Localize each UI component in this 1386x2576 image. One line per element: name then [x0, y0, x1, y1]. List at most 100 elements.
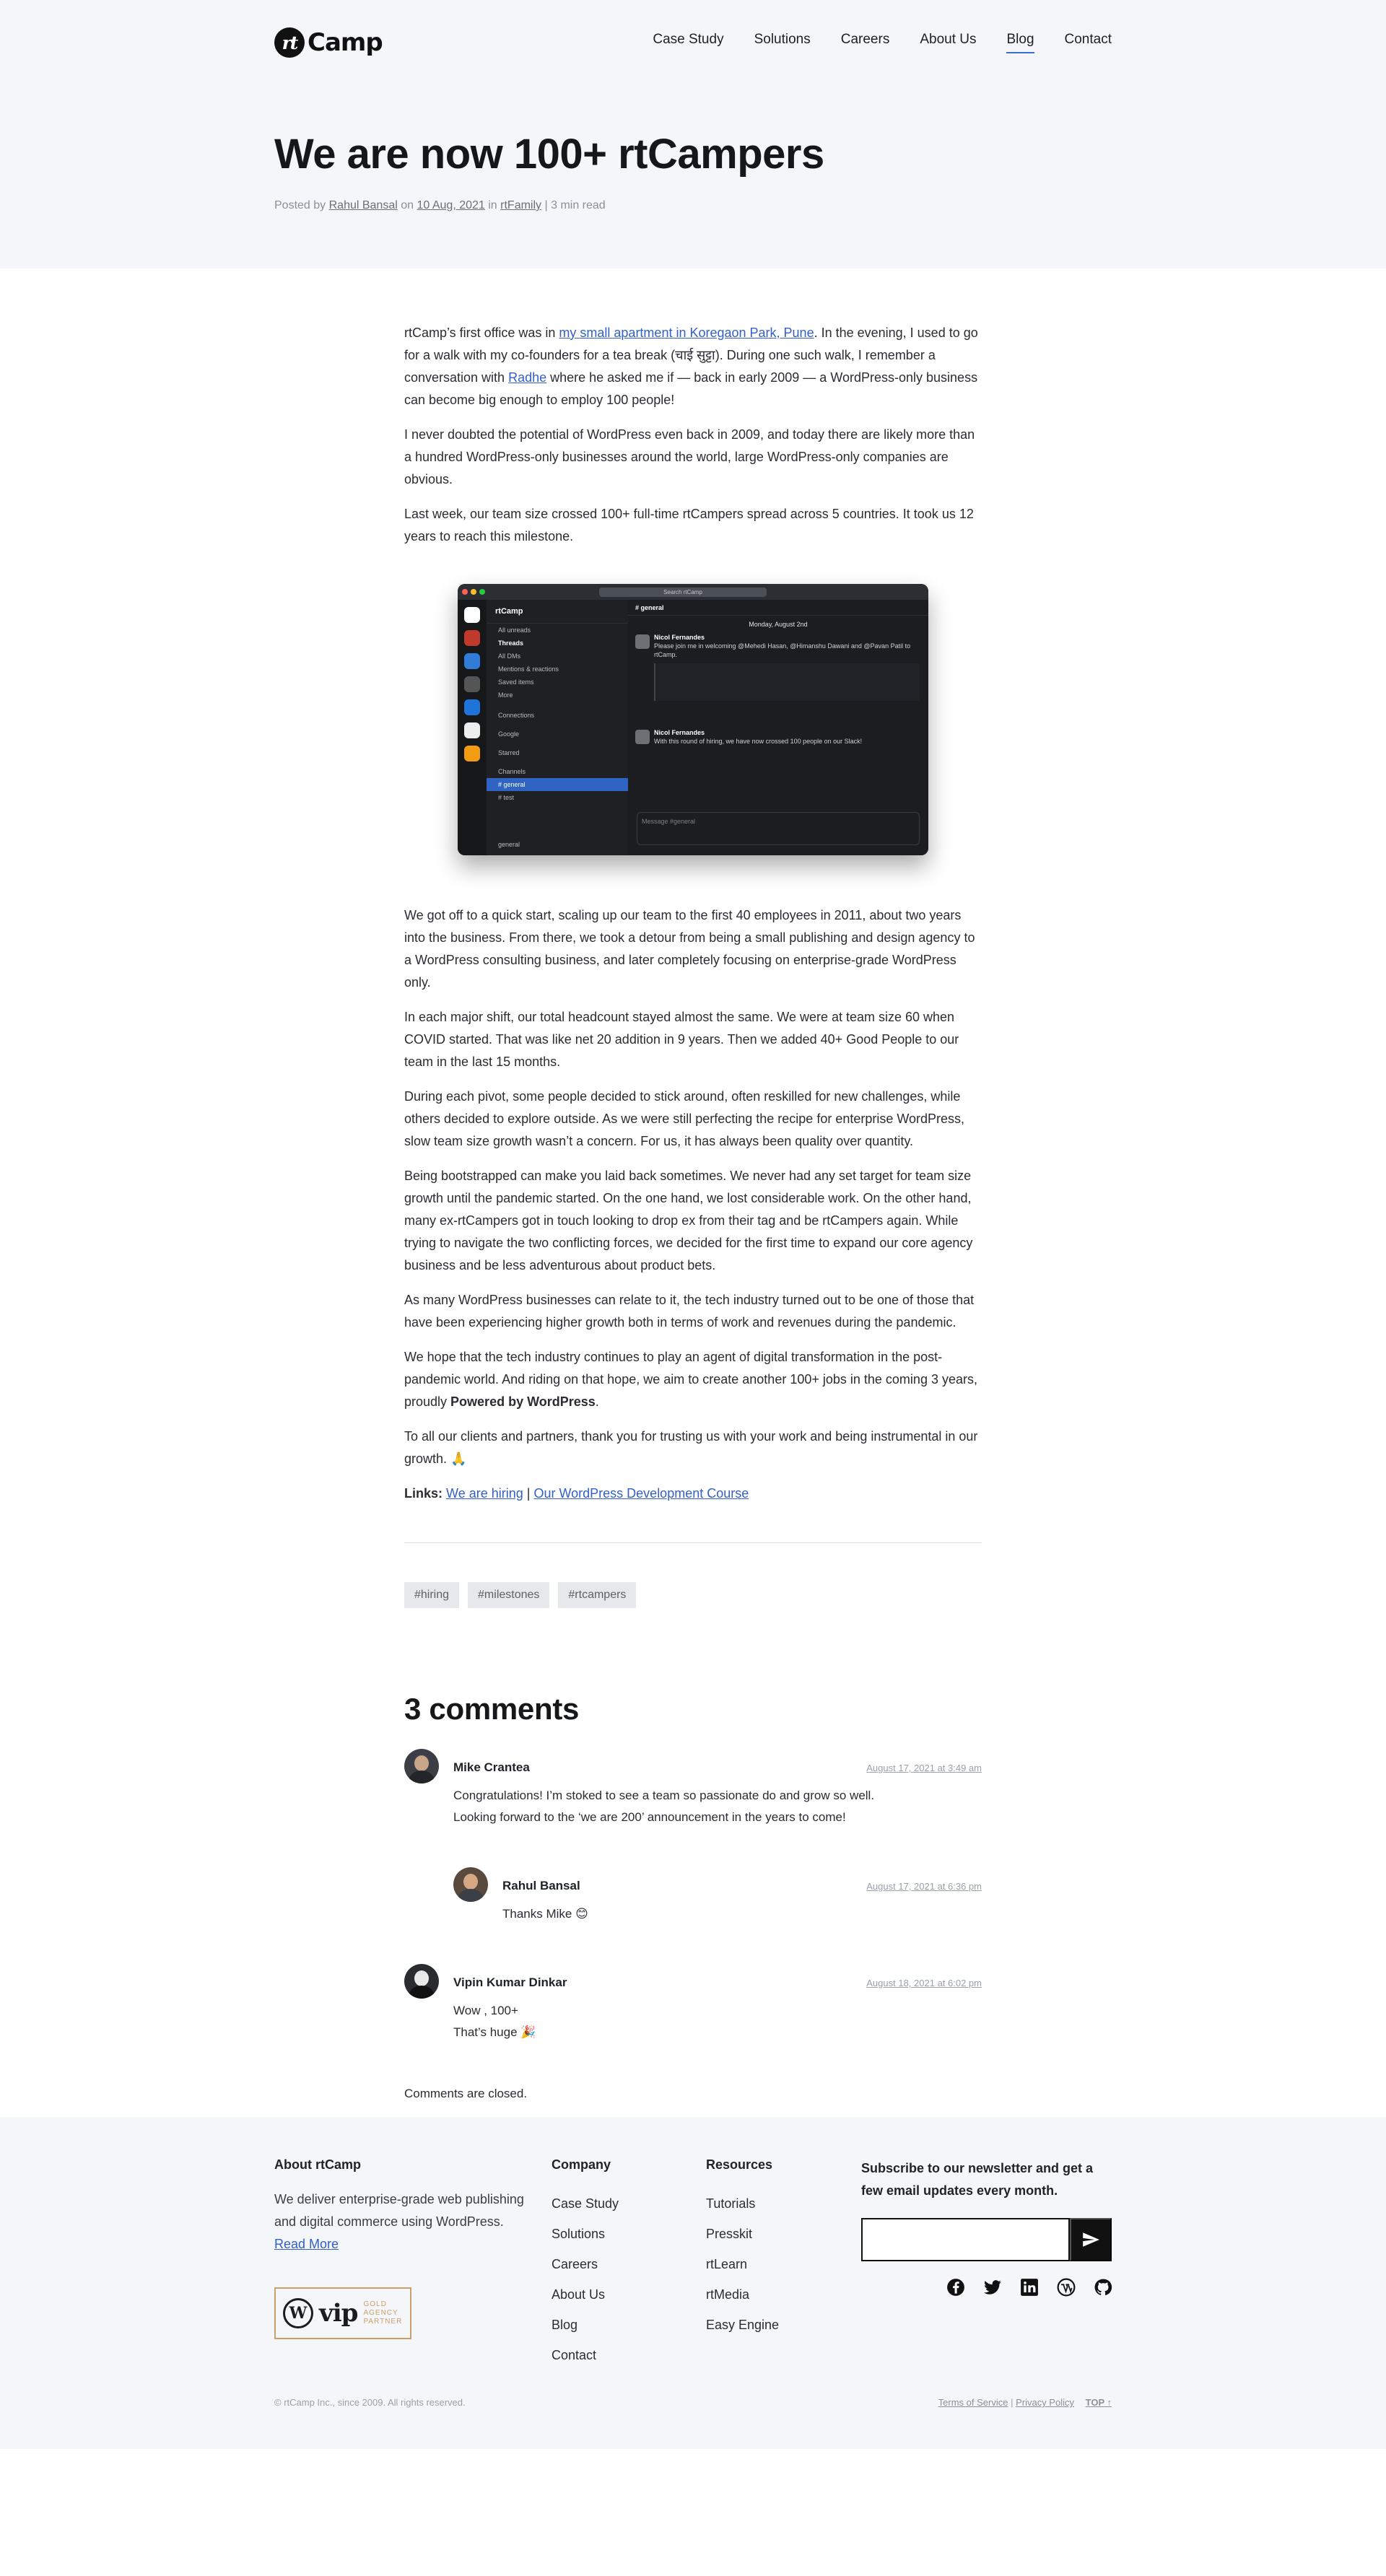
privacy-link[interactable]: Privacy Policy	[1016, 2397, 1074, 2408]
main-nav: Case Study Solutions Careers About Us Bl…	[653, 32, 1112, 53]
social-links	[946, 2277, 1112, 2297]
course-link[interactable]: Our WordPress Development Course	[533, 1486, 749, 1501]
twitter-icon[interactable]	[982, 2277, 1002, 2297]
message-author: Nicol Fernandes	[654, 729, 705, 736]
tag-rtcampers[interactable]: #rtcampers	[558, 1582, 637, 1608]
terms-link[interactable]: Terms of Service	[938, 2397, 1008, 2408]
send-icon	[1083, 2232, 1099, 2247]
footer-link[interactable]: Solutions	[552, 2219, 619, 2249]
footer-link[interactable]: Presskit	[706, 2219, 779, 2249]
chat-message: Nicol Fernandes Please join me in welcom…	[628, 629, 928, 702]
comment-author: Vipin Kumar Dinkar	[453, 1975, 567, 1989]
vip-partner-badge: W vip GOLD AGENCY PARTNER	[274, 2287, 411, 2339]
nav-case-study[interactable]: Case Study	[653, 32, 723, 53]
category-link[interactable]: rtFamily	[500, 199, 541, 211]
footer-heading: About rtCamp	[274, 2157, 361, 2172]
message-author: Nicol Fernandes	[654, 634, 705, 641]
facebook-icon[interactable]	[946, 2277, 965, 2297]
comment-date[interactable]: August 17, 2021 at 3:49 am	[866, 1757, 982, 1779]
newsletter-email-input[interactable]	[861, 2218, 1070, 2261]
paragraph-4: We got off to a quick start, scaling up …	[404, 908, 975, 990]
links-label: Links:	[404, 1486, 443, 1501]
author-link[interactable]: Rahul Bansal	[329, 199, 398, 211]
linkedin-icon[interactable]	[1019, 2277, 1039, 2297]
nav-contact[interactable]: Contact	[1065, 32, 1112, 53]
comment-line: Congratulations! I’m stoked to see a tea…	[453, 1789, 875, 1802]
divider	[404, 1542, 982, 1543]
github-icon[interactable]	[1093, 2277, 1112, 2297]
nav-about-us[interactable]: About Us	[920, 32, 976, 53]
nav-solutions[interactable]: Solutions	[754, 32, 811, 53]
text: GOLD	[363, 2300, 387, 2308]
paragraph-2: I never doubted the potential of WordPre…	[404, 427, 975, 486]
article-body: rtCamp’s first office was in my small ap…	[404, 268, 982, 2105]
comment-date[interactable]: August 17, 2021 at 6:36 pm	[866, 1875, 982, 1898]
apartment-link[interactable]: my small apartment in Koregaon Park, Pun…	[559, 326, 814, 340]
app-main: # general Monday, August 2nd Nicol Ferna…	[628, 600, 928, 855]
paragraph-8: As many WordPress businesses can relate …	[404, 1293, 975, 1330]
comment: Vipin Kumar Dinkar August 18, 2021 at 6:…	[404, 1964, 982, 2043]
footer-link[interactable]: Contact	[552, 2340, 619, 2370]
paragraph-9: We hope that the tech industry continues…	[404, 1346, 982, 1413]
paragraph-6: During each pivot, some people decided t…	[404, 1089, 965, 1148]
footer-company: Company Case Study Solutions Careers Abo…	[552, 2157, 619, 2370]
sidebar-item: Connections	[498, 712, 535, 719]
site-logo[interactable]: rt Camp	[274, 27, 383, 58]
sidebar-item: More	[498, 691, 513, 699]
footer-link[interactable]: Blog	[552, 2310, 619, 2340]
newsletter-form	[861, 2218, 1112, 2261]
footer-link[interactable]: About Us	[552, 2279, 619, 2310]
date-link[interactable]: 10 Aug, 2021	[417, 199, 484, 211]
avatar	[404, 1749, 439, 1783]
footer-link[interactable]: Tutorials	[706, 2188, 779, 2219]
slack-screenshot: Search rtCamp rtCamp All unreads Threads…	[458, 584, 928, 855]
radhe-link[interactable]: Radhe	[508, 370, 546, 385]
footer-about-text: We deliver enterprise-grade web publishi…	[274, 2188, 527, 2256]
vip-subtitle: GOLD AGENCY PARTNER	[363, 2300, 402, 2326]
comment-text: Thanks Mike 😊	[502, 1907, 588, 1921]
comment-date[interactable]: August 18, 2021 at 6:02 pm	[866, 1972, 982, 1994]
sidebar-item: Threads	[498, 639, 524, 647]
comment-line: That’s huge 🎉	[453, 2025, 536, 2039]
read-time: | 3 min read	[544, 199, 606, 211]
back-to-top-link[interactable]: TOP ↑	[1086, 2397, 1112, 2408]
comment-reply: Rahul Bansal August 17, 2021 at 6:36 pm …	[453, 1867, 982, 1925]
logo-mark: rt	[274, 27, 305, 58]
avatar	[635, 634, 650, 649]
hiring-link[interactable]: We are hiring	[446, 1486, 523, 1501]
paragraph-5: In each major shift, our total headcount…	[404, 1010, 959, 1069]
newsletter-submit-button[interactable]	[1070, 2218, 1112, 2261]
page-header: rt Camp Case Study Solutions Careers Abo…	[0, 0, 1386, 268]
link-separator: |	[526, 1486, 531, 1501]
nav-careers[interactable]: Careers	[841, 32, 890, 53]
sidebar-item: Starred	[498, 749, 520, 756]
footer-link[interactable]: Easy Engine	[706, 2310, 779, 2340]
sidebar-item: # test	[498, 794, 515, 801]
nav-blog[interactable]: Blog	[1006, 32, 1034, 53]
message-text: With this round of hiring, we have now c…	[654, 738, 863, 745]
comment: Mike Crantea August 17, 2021 at 3:49 am …	[404, 1749, 982, 1828]
read-more-link[interactable]: Read More	[274, 2237, 339, 2251]
posted-by-label: Posted by	[274, 199, 326, 211]
footer-link[interactable]: rtMedia	[706, 2279, 779, 2310]
message-composer: Message #general	[637, 812, 920, 845]
window-titlebar: Search rtCamp	[458, 584, 928, 600]
comment-line: Looking forward to the ‘we are 200’ anno…	[453, 1810, 846, 1824]
workspace-icon	[464, 653, 480, 669]
tag-hiring[interactable]: #hiring	[404, 1582, 460, 1608]
text: rtCamp’s first office was in	[404, 326, 559, 340]
footer-link[interactable]: Careers	[552, 2249, 619, 2279]
footer-bottom: © rtCamp Inc., since 2009. All rights re…	[274, 2397, 1112, 2408]
links-line: Links: We are hiring | Our WordPress Dev…	[404, 1483, 982, 1505]
message-text: Please join me in welcoming @Mehedi Hasa…	[654, 642, 911, 658]
comment-author: Mike Crantea	[453, 1760, 530, 1774]
wordpress-icon[interactable]	[1056, 2277, 1076, 2297]
workspace-rail	[458, 600, 487, 855]
tag-milestones[interactable]: #milestones	[468, 1582, 550, 1608]
top-bar: rt Camp Case Study Solutions Careers Abo…	[274, 25, 1112, 61]
comments-closed: Comments are closed.	[404, 2087, 528, 2100]
workspace-name: rtCamp	[487, 600, 628, 624]
footer-link[interactable]: rtLearn	[706, 2249, 779, 2279]
sidebar-item: Mentions & reactions	[498, 665, 559, 673]
footer-link[interactable]: Case Study	[552, 2188, 619, 2219]
